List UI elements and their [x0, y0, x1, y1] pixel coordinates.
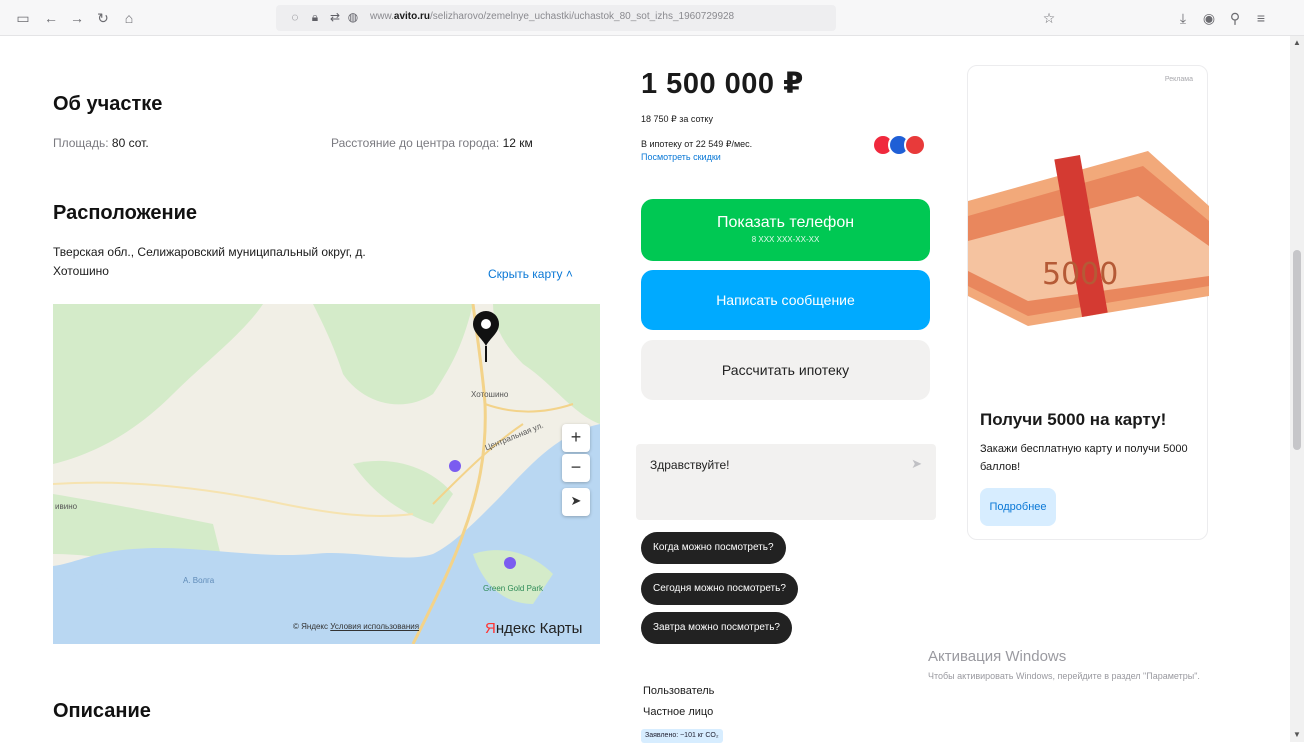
send-icon[interactable]: ➤ [911, 456, 922, 472]
quick-reply-chip[interactable]: Сегодня можно посмотреть? [641, 573, 798, 605]
about-heading: Об участке [53, 93, 163, 115]
menu-icon[interactable]: ≡ [1252, 9, 1270, 27]
zoom-in-button[interactable]: + [562, 424, 590, 452]
forward-icon[interactable]: → [68, 9, 86, 27]
ad-tag: Реклама [1164, 76, 1193, 83]
account-icon[interactable]: ◉ [1200, 9, 1218, 27]
permissions-icon[interactable]: ⇄ [328, 10, 342, 24]
ad-more-button[interactable]: Подробнее [980, 488, 1056, 526]
scroll-up-icon[interactable]: ▲ [1290, 36, 1304, 50]
back-icon[interactable]: ← [42, 9, 60, 27]
banknote-value: 5000 [1042, 257, 1118, 292]
show-phone-button[interactable]: Показать телефон 8 XXX XXX-XX-XX [641, 199, 930, 261]
quick-reply-chip[interactable]: Завтра можно посмотреть? [641, 612, 792, 644]
calc-mortgage-button[interactable]: Рассчитать ипотеку [641, 340, 930, 400]
watermark-text: Чтобы активировать Windows, перейдите в … [928, 671, 1200, 681]
page-scrollbar[interactable]: ▲ ▼ [1290, 36, 1304, 742]
shield-icon[interactable]: ◌ [288, 10, 302, 24]
bank-logo-icon [904, 134, 926, 156]
area-label: Площадь: [53, 136, 109, 150]
bookmark-star-icon[interactable]: ☆ [1040, 9, 1058, 27]
phone-mask: 8 XXX XXX-XX-XX [751, 235, 820, 244]
bank-logos [872, 134, 932, 158]
hide-map-link[interactable]: Скрыть карту ˄ [488, 267, 573, 281]
site-info-icon[interactable]: ◍ [346, 10, 360, 24]
address-line1: Тверская обл., Селижаровский муниципальн… [53, 245, 366, 259]
map-label-left: ивино [55, 502, 78, 511]
map-graphic [53, 304, 600, 644]
home-icon[interactable]: ⌂ [120, 9, 138, 27]
map-footer: © Яндекс Условия использования [293, 622, 419, 631]
tabs-icon[interactable]: ▭ [14, 9, 32, 27]
description-heading: Описание [53, 700, 151, 722]
geolocation-button[interactable]: ➤ [562, 488, 590, 516]
seller-badge: Заявлено: ~101 кг CO₂ [641, 729, 723, 743]
lock-icon[interactable]: 🔒︎ [308, 10, 322, 24]
reload-icon[interactable]: ↻ [94, 9, 112, 27]
scrollbar-thumb[interactable] [1293, 250, 1301, 450]
watermark-title: Активация Windows [928, 648, 1067, 665]
browser-toolbar: ▭ ← → ↻ ⌂ ◌ 🔒︎ ⇄ ◍ www.avito.ru/selizhar… [0, 0, 1304, 36]
price-per-sotka: 18 750 ₽ за сотку [641, 114, 713, 124]
yandex-map[interactable]: Хотошино Центральная ул. ивино Green Gol… [53, 304, 600, 644]
write-message-button[interactable]: Написать сообщение [641, 270, 930, 330]
seller-name[interactable]: Пользователь [643, 685, 714, 697]
address-bar[interactable]: ◌ 🔒︎ ⇄ ◍ www.avito.ru/selizharovo/zemeln… [276, 5, 836, 31]
map-label-water: А. Волга [183, 576, 215, 585]
url-text[interactable]: www.avito.ru/selizharovo/zemelnye_uchast… [370, 11, 734, 22]
area-value: 80 сот. [111, 136, 149, 150]
download-icon[interactable]: ⤓ [1174, 9, 1192, 27]
seller-type: Частное лицо [643, 706, 714, 718]
brand-letter: Я [485, 620, 496, 637]
ad-card[interactable]: Реклама 5000 Получи 5000 на карту! Закаж… [967, 65, 1209, 540]
quick-reply-chip[interactable]: Когда можно посмотреть? [641, 532, 786, 564]
map-label-park: Green Gold Park [483, 584, 544, 593]
brand-text: ндекс Карты [495, 620, 583, 637]
ad-title: Получи 5000 на карту! [980, 410, 1167, 429]
area-row: Площадь: 80 сот. [53, 136, 149, 150]
money-bundle-image: 5000 [968, 151, 1209, 326]
distance-value: 12 км [502, 136, 533, 150]
location-heading: Расположение [53, 202, 198, 224]
yandex-maps-logo[interactable]: Яндекс Карты [485, 620, 582, 637]
ad-description: Закажи бесплатную карту и получи 5000 ба… [980, 443, 1188, 473]
message-text[interactable]: Здравствуйте! [650, 458, 730, 472]
mortgage-text: В ипотеку от 22 549 ₽/мес. [641, 139, 753, 149]
map-copyright: © Яндекс [293, 622, 329, 631]
discounts-link[interactable]: Посмотреть скидки [641, 152, 721, 162]
price: 1 500 000 ₽ [641, 68, 804, 100]
map-label-village: Хотошино [471, 390, 509, 399]
zoom-out-button[interactable]: − [562, 454, 590, 482]
extensions-icon[interactable]: ⚲ [1226, 9, 1244, 27]
scroll-down-icon[interactable]: ▼ [1290, 728, 1304, 742]
message-input[interactable]: Здравствуйте! ➤ [636, 444, 936, 520]
windows-activation-watermark: Активация Windows Чтобы активировать Win… [928, 648, 1258, 683]
distance-label: Расстояние до центра города: [331, 136, 500, 150]
map-terms-link[interactable]: Условия использования [330, 622, 419, 631]
address-line2: Хотошино [53, 264, 109, 278]
show-phone-label: Показать телефон [716, 214, 855, 231]
distance-row: Расстояние до центра города: 12 км [331, 136, 533, 150]
